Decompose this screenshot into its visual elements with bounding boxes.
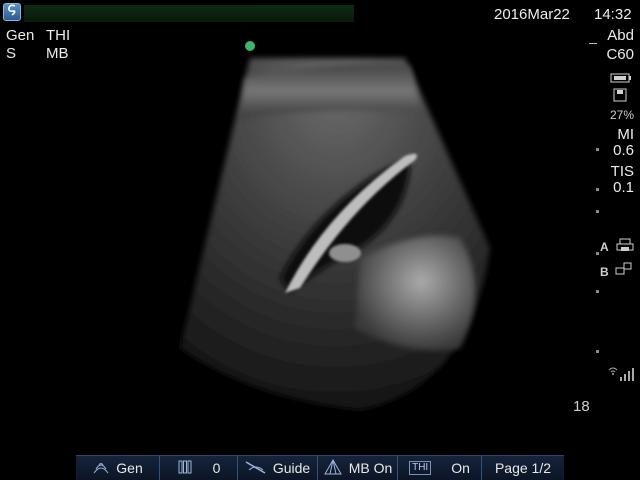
guide-button[interactable]: Guide: [238, 456, 318, 480]
battery-icon: [610, 70, 632, 88]
logo-icon: [6, 3, 18, 21]
mb-label: MB On: [348, 460, 393, 476]
marker-b[interactable]: B: [600, 265, 609, 279]
mi-value: 0.6: [613, 142, 634, 159]
gen-preset-label: Gen: [116, 460, 143, 476]
probe-tick: [589, 43, 597, 44]
probe-label[interactable]: C60: [606, 46, 634, 63]
bars-setting-value: 0: [212, 460, 221, 476]
guide-label: Guide: [272, 460, 311, 476]
depth-value: 18: [573, 398, 590, 415]
exam-type-label[interactable]: Abd: [607, 27, 634, 44]
depth-tick: [596, 350, 599, 353]
mode-mb-label: MB: [46, 45, 69, 62]
tis-value: 0.1: [613, 179, 634, 196]
mb-toggle-button[interactable]: MB On: [318, 456, 398, 480]
tis-label: TIS: [610, 163, 634, 180]
mode-gen-label: Gen: [6, 27, 35, 44]
date-label: 2016Mar22: [494, 6, 570, 23]
gen-preset-button[interactable]: Gen: [76, 456, 160, 480]
bars-icon: [177, 459, 193, 478]
thi-icon: THI: [409, 461, 432, 475]
depth-tick: [596, 252, 599, 255]
bottom-toolbar: Gen 0 Guide MB On THI On Page 1/2: [76, 455, 564, 480]
page-label: Page 1/2: [494, 460, 552, 476]
thi-toggle-button[interactable]: THI On: [398, 456, 482, 480]
depth-tick: [596, 210, 599, 213]
page-button[interactable]: Page 1/2: [482, 456, 564, 480]
printer-icon[interactable]: [616, 238, 634, 257]
bars-setting-button[interactable]: 0: [160, 456, 238, 480]
depth-tick: [596, 290, 599, 293]
patient-title-bar: [24, 5, 354, 22]
time-label: 14:32: [594, 6, 632, 23]
mode-thi-label: THI: [46, 27, 71, 44]
mb-icon: [323, 458, 343, 478]
system-menu-button[interactable]: [3, 3, 21, 21]
marker-a[interactable]: A: [600, 240, 609, 254]
wireless-signal-icon: [607, 366, 635, 387]
storage-icon: [613, 88, 627, 107]
depth-tick: [596, 188, 599, 191]
depth-tick: [596, 148, 599, 151]
needle-guide-icon: [245, 459, 267, 478]
ultrasound-image[interactable]: [160, 48, 560, 418]
thi-label: On: [451, 460, 470, 476]
image-store-icon[interactable]: [615, 262, 633, 281]
probe-icon: [92, 459, 110, 478]
mi-label: MI: [617, 126, 634, 143]
mode-s-label: S: [6, 45, 17, 62]
storage-percent: 27%: [609, 108, 634, 122]
